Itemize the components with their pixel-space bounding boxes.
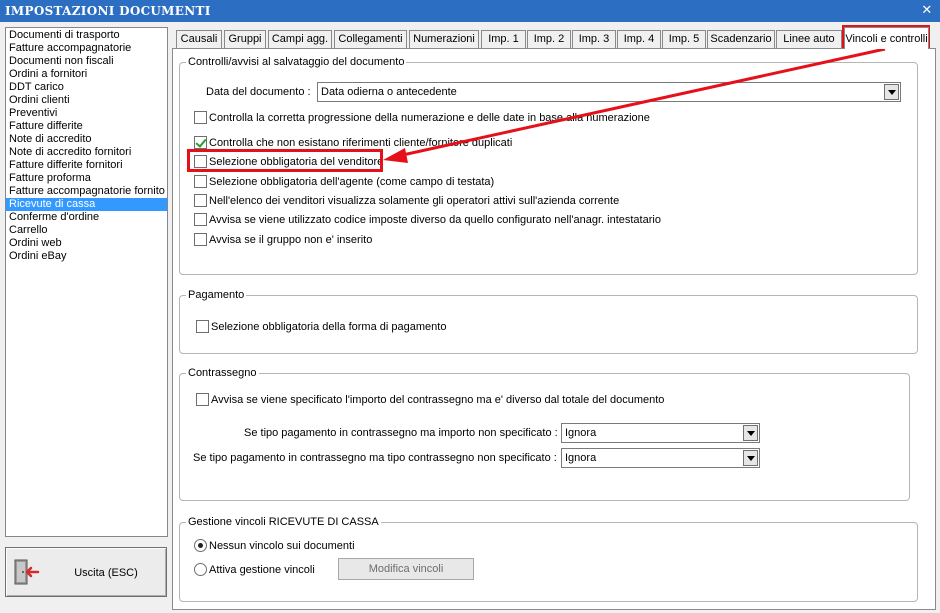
list-item[interactable]: Fatture proforma bbox=[6, 172, 167, 185]
contrassegno-tipo-label: Se tipo pagamento in contrassegno ma tip… bbox=[193, 452, 557, 464]
tab-strip: Causali Gruppi Campi agg. Collegamenti N… bbox=[174, 27, 936, 49]
contrassegno-importo-combo[interactable]: Ignora bbox=[561, 423, 760, 443]
group-pagamento: Pagamento Selezione obbligatoria della f… bbox=[179, 288, 918, 354]
tab-causali[interactable]: Causali bbox=[176, 30, 222, 49]
list-item[interactable]: Note di accredito fornitori bbox=[6, 146, 167, 159]
group-contrassegno-title: Contrassegno bbox=[186, 366, 259, 380]
list-item[interactable]: Carrello bbox=[6, 224, 167, 237]
list-item[interactable]: Fatture differite fornitori bbox=[6, 159, 167, 172]
document-date-value: Data odierna o antecedente bbox=[321, 86, 457, 98]
check-numerazione-progressione[interactable] bbox=[194, 111, 207, 124]
group-contrassegno: Contrassegno Avvisa se viene specificato… bbox=[179, 366, 910, 501]
chevron-down-icon[interactable] bbox=[743, 450, 758, 466]
list-item[interactable]: Fatture differite bbox=[6, 120, 167, 133]
tab-imp-4[interactable]: Imp. 4 bbox=[617, 30, 661, 49]
list-item[interactable]: Fatture accompagnatorie bbox=[6, 42, 167, 55]
list-item[interactable]: Ordini eBay bbox=[6, 250, 167, 263]
check-venditore-obbligatorio[interactable] bbox=[194, 155, 207, 168]
document-date-combo[interactable]: Data odierna o antecedente bbox=[317, 82, 901, 102]
tab-imp-3[interactable]: Imp. 3 bbox=[572, 30, 616, 49]
list-item[interactable]: Ordini a fornitori bbox=[6, 68, 167, 81]
chevron-down-icon[interactable] bbox=[884, 84, 899, 100]
check-gruppo-inserito[interactable] bbox=[194, 233, 207, 246]
window-titlebar: IMPOSTAZIONI DOCUMENTI ✕ bbox=[0, 0, 940, 22]
list-item[interactable]: Ordini clienti bbox=[6, 94, 167, 107]
list-item[interactable]: Note di accredito bbox=[6, 133, 167, 146]
check-agente-obbligatorio[interactable] bbox=[194, 175, 207, 188]
radio-label: Nessun vincolo sui documenti bbox=[209, 540, 355, 552]
document-date-label: Data del documento : bbox=[206, 86, 311, 98]
tab-imp-2[interactable]: Imp. 2 bbox=[527, 30, 571, 49]
exit-button[interactable]: Uscita (ESC) bbox=[5, 547, 167, 597]
tab-numerazioni[interactable]: Numerazioni bbox=[409, 30, 479, 49]
check-label: Selezione obbligatoria del venditore bbox=[209, 156, 384, 168]
tab-scadenzario[interactable]: Scadenzario bbox=[707, 30, 775, 49]
check-label: Avvisa se viene specificato l'importo de… bbox=[211, 394, 665, 406]
check-label: Selezione obbligatoria della forma di pa… bbox=[211, 321, 447, 333]
list-item[interactable]: Documenti di trasporto bbox=[6, 29, 167, 42]
tab-imp-5[interactable]: Imp. 5 bbox=[662, 30, 706, 49]
chevron-down-icon[interactable] bbox=[743, 425, 758, 441]
group-pagamento-title: Pagamento bbox=[186, 288, 247, 302]
list-item[interactable]: Conferme d'ordine bbox=[6, 211, 167, 224]
tab-vincoli-e-controlli[interactable]: Vincoli e controlli bbox=[844, 27, 929, 49]
radio-label: Attiva gestione vincoli bbox=[209, 564, 315, 576]
modify-constraints-button[interactable]: Modifica vincoli bbox=[338, 558, 474, 580]
list-item[interactable]: Ordini web bbox=[6, 237, 167, 250]
check-label: Nell'elenco dei venditori visualizza sol… bbox=[209, 195, 620, 207]
contrassegno-tipo-combo[interactable]: Ignora bbox=[561, 448, 760, 468]
list-item[interactable]: DDT carico bbox=[6, 81, 167, 94]
document-type-list[interactable]: Documenti di trasporto Fatture accompagn… bbox=[5, 27, 168, 537]
check-label: Avvisa se il gruppo non e' inserito bbox=[209, 234, 373, 246]
radio-attiva-vincoli[interactable] bbox=[194, 563, 207, 576]
tab-gruppi[interactable]: Gruppi bbox=[224, 30, 266, 49]
contrassegno-importo-label: Se tipo pagamento in contrassegno ma imp… bbox=[244, 427, 558, 439]
tab-campi-agg[interactable]: Campi agg. bbox=[268, 30, 332, 49]
check-label: Avvisa se viene utilizzato codice impost… bbox=[209, 214, 661, 226]
tab-collegamenti[interactable]: Collegamenti bbox=[334, 30, 407, 49]
check-label: Selezione obbligatoria dell'agente (come… bbox=[209, 176, 495, 188]
check-codice-imposte[interactable] bbox=[194, 213, 207, 226]
group-vincoli-title: Gestione vincoli RICEVUTE DI CASSA bbox=[186, 515, 381, 529]
contrassegno-importo-value: Ignora bbox=[565, 427, 597, 439]
group-vincoli: Gestione vincoli RICEVUTE DI CASSA Nessu… bbox=[179, 515, 918, 602]
exit-button-label: Uscita (ESC) bbox=[74, 567, 138, 579]
list-item[interactable]: Fatture accompagnatorie fornito bbox=[6, 185, 167, 198]
list-item[interactable]: Preventivi bbox=[6, 107, 167, 120]
group-controlli: Controlli/avvisi al salvataggio del docu… bbox=[179, 55, 918, 275]
exit-door-icon bbox=[14, 559, 40, 585]
list-item[interactable]: Documenti non fiscali bbox=[6, 55, 167, 68]
group-controlli-title: Controlli/avvisi al salvataggio del docu… bbox=[186, 55, 407, 69]
tab-linee-auto[interactable]: Linee auto bbox=[776, 30, 842, 49]
list-item-selected[interactable]: Ricevute di cassa bbox=[6, 198, 167, 211]
check-importo-contrassegno[interactable] bbox=[196, 393, 209, 406]
radio-nessun-vincolo[interactable] bbox=[194, 539, 207, 552]
contrassegno-tipo-value: Ignora bbox=[565, 452, 597, 464]
close-icon[interactable]: ✕ bbox=[920, 0, 934, 22]
window-title: IMPOSTAZIONI DOCUMENTI bbox=[5, 4, 211, 18]
tab-panel-vincoli: Controlli/avvisi al salvataggio del docu… bbox=[172, 48, 936, 610]
check-label: Controlla che non esistano riferimenti c… bbox=[209, 137, 513, 149]
check-label: Controlla la corretta progressione della… bbox=[209, 112, 650, 124]
check-riferimenti-duplicati[interactable] bbox=[194, 136, 207, 149]
check-venditori-attivi[interactable] bbox=[194, 194, 207, 207]
tab-imp-1[interactable]: Imp. 1 bbox=[481, 30, 526, 49]
check-forma-pagamento[interactable] bbox=[196, 320, 209, 333]
